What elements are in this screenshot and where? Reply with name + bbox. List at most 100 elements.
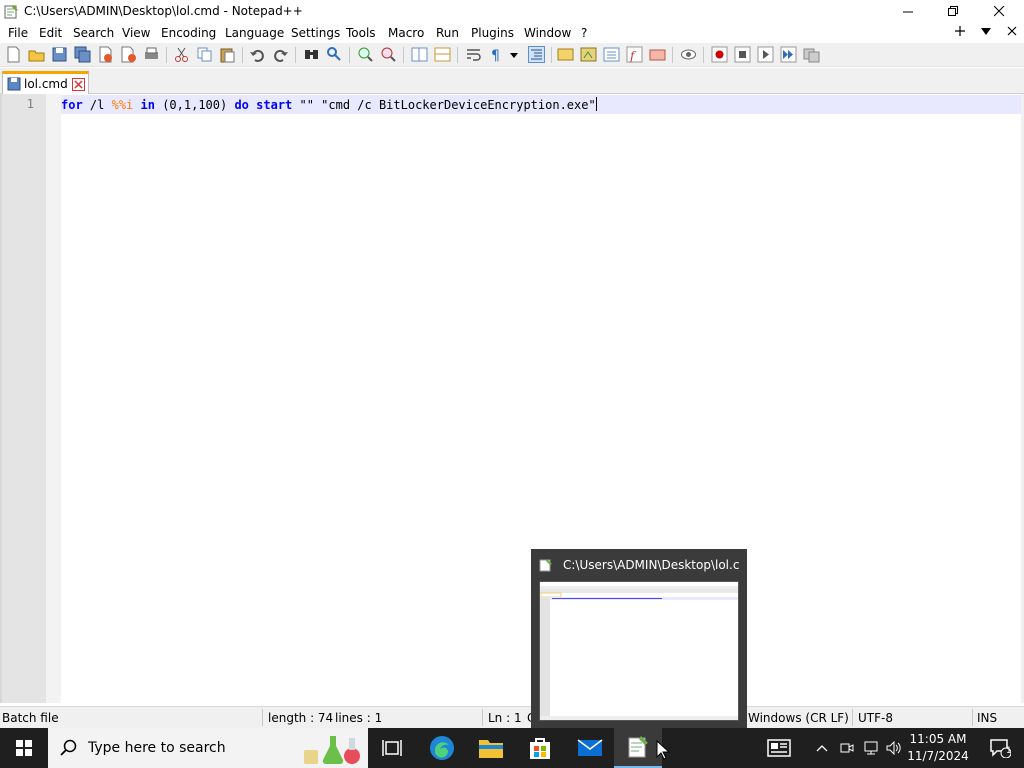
save-icon[interactable] xyxy=(51,46,68,63)
thumbnail-window-image[interactable] xyxy=(539,581,739,721)
taskbar-thumbnail-preview[interactable]: C:\Users\ADMIN\Desktop\lol.c... xyxy=(531,549,747,728)
save-all-icon[interactable] xyxy=(74,46,91,63)
menu-encoding[interactable]: Encoding xyxy=(161,26,216,40)
taskbar-edge[interactable] xyxy=(418,728,466,768)
indent-guide-icon[interactable] xyxy=(528,46,545,63)
sync-horizontal-icon[interactable] xyxy=(434,46,451,63)
taskbar-mail[interactable] xyxy=(566,728,614,768)
notification-center-button[interactable]: 1 xyxy=(976,728,1024,768)
tab-lol-cmd[interactable]: lol.cmd xyxy=(2,71,89,94)
monitoring-eye-icon[interactable] xyxy=(680,46,697,63)
status-insert-mode: INS xyxy=(977,711,998,725)
find-icon[interactable] xyxy=(303,46,320,63)
dropdown-icon[interactable] xyxy=(508,46,520,63)
dropdown-triangle-icon[interactable] xyxy=(980,25,992,37)
code-text: "" "cmd /c BitLockerDeviceEncryption.exe… xyxy=(292,98,596,112)
menu-run[interactable]: Run xyxy=(436,26,459,40)
show-hidden-icons-button[interactable] xyxy=(810,728,834,768)
menu-edit[interactable]: Edit xyxy=(39,26,62,40)
window-title: C:\Users\ADMIN\Desktop\lol.cmd - Notepad… xyxy=(24,4,303,18)
system-clock[interactable]: 11:05 AM 11/7/2024 xyxy=(904,731,972,765)
taskbar-search-box[interactable]: Type here to search xyxy=(48,728,368,768)
restore-button[interactable] xyxy=(930,0,976,23)
minimize-icon xyxy=(902,11,913,13)
menu-language[interactable]: Language xyxy=(225,26,284,40)
menu-view[interactable]: View xyxy=(122,26,150,40)
status-encoding: UTF-8 xyxy=(858,711,893,725)
menu-plugins[interactable]: Plugins xyxy=(471,26,514,40)
document-list-icon[interactable] xyxy=(603,46,620,63)
show-all-characters-icon[interactable]: ¶ xyxy=(488,46,505,63)
sync-vertical-icon[interactable] xyxy=(411,46,428,63)
cut-icon[interactable] xyxy=(173,46,190,63)
thumbnail-title: C:\Users\ADMIN\Desktop\lol.c... xyxy=(563,558,739,572)
menu-bar: File Edit Search View Encoding Language … xyxy=(0,23,1024,43)
fold-margin[interactable] xyxy=(46,94,61,703)
task-view-button[interactable] xyxy=(368,728,416,768)
taskbar-notepadpp[interactable] xyxy=(614,728,662,768)
function-list-icon[interactable]: f xyxy=(626,46,643,63)
word-wrap-icon[interactable] xyxy=(465,46,482,63)
notification-count: 1 xyxy=(1006,746,1012,756)
saved-file-icon xyxy=(7,77,21,91)
menu-window[interactable]: Window xyxy=(524,26,571,40)
menu-help[interactable]: ? xyxy=(581,26,587,40)
new-file-icon[interactable] xyxy=(5,46,22,63)
minimize-button[interactable] xyxy=(885,0,931,23)
taskbar: Type here to search 11:05 AM 11/7/2024 1 xyxy=(0,728,1024,768)
title-bar[interactable]: C:\Users\ADMIN\Desktop\lol.cmd - Notepad… xyxy=(0,0,1024,23)
editor-area[interactable]: 1 for /l %%i in (0,1,100) do start "" "c… xyxy=(0,94,1024,703)
user-language-icon[interactable] xyxy=(557,46,574,63)
close-file-icon[interactable] xyxy=(97,46,114,63)
clock-time: 11:05 AM xyxy=(909,732,967,746)
toolbar: ¶ f xyxy=(0,43,1024,67)
network-button[interactable] xyxy=(860,728,882,768)
tab-label: lol.cmd xyxy=(24,77,68,91)
folder-workspace-icon[interactable] xyxy=(649,46,666,63)
close-all-icon[interactable] xyxy=(120,46,137,63)
document-map-icon[interactable] xyxy=(580,46,597,63)
zoom-in-icon[interactable] xyxy=(357,46,374,63)
replace-icon[interactable] xyxy=(326,46,343,63)
copy-icon[interactable] xyxy=(196,46,213,63)
volume-button[interactable] xyxy=(884,728,904,768)
editor-border xyxy=(0,94,2,703)
taskbar-file-explorer[interactable] xyxy=(467,728,515,768)
menu-search[interactable]: Search xyxy=(73,26,114,40)
close-button[interactable] xyxy=(976,0,1022,23)
run-macro-multiple-icon[interactable] xyxy=(780,46,797,63)
news-icon xyxy=(767,739,791,757)
zoom-out-icon[interactable] xyxy=(380,46,397,63)
notepadpp-icon xyxy=(628,736,648,758)
plus-icon[interactable] xyxy=(954,25,966,37)
paste-icon[interactable] xyxy=(219,46,236,63)
windows-logo-icon xyxy=(16,740,32,756)
print-icon[interactable] xyxy=(143,46,160,63)
close-icon[interactable] xyxy=(1006,25,1018,37)
tab-bar: lol.cmd xyxy=(0,68,1024,94)
camera-icon xyxy=(840,743,854,753)
menu-settings[interactable]: Settings xyxy=(291,26,340,40)
menu-macro[interactable]: Macro xyxy=(388,26,424,40)
save-macro-icon[interactable] xyxy=(803,46,820,63)
code-text: (0,1,100) xyxy=(154,98,235,112)
undo-icon[interactable] xyxy=(249,46,266,63)
record-macro-icon[interactable] xyxy=(711,46,728,63)
redo-icon[interactable] xyxy=(272,46,289,63)
open-file-icon[interactable] xyxy=(28,46,45,63)
menu-tools[interactable]: Tools xyxy=(346,26,376,40)
code-line[interactable]: for /l %%i in (0,1,100) do start "" "cmd… xyxy=(61,97,597,112)
taskbar-store[interactable] xyxy=(516,728,564,768)
keyword-do: do xyxy=(234,98,249,112)
news-widget-button[interactable] xyxy=(755,728,803,768)
start-button[interactable] xyxy=(0,728,48,768)
task-view-icon xyxy=(382,740,402,756)
edge-browser-icon xyxy=(430,736,454,760)
variable-token: %%i xyxy=(111,98,134,112)
play-macro-icon[interactable] xyxy=(757,46,774,63)
search-highlight-icon xyxy=(304,736,360,765)
meet-now-button[interactable] xyxy=(836,728,858,768)
menu-file[interactable]: File xyxy=(8,26,28,40)
tab-close-icon[interactable] xyxy=(72,78,85,91)
stop-macro-icon[interactable] xyxy=(734,46,751,63)
